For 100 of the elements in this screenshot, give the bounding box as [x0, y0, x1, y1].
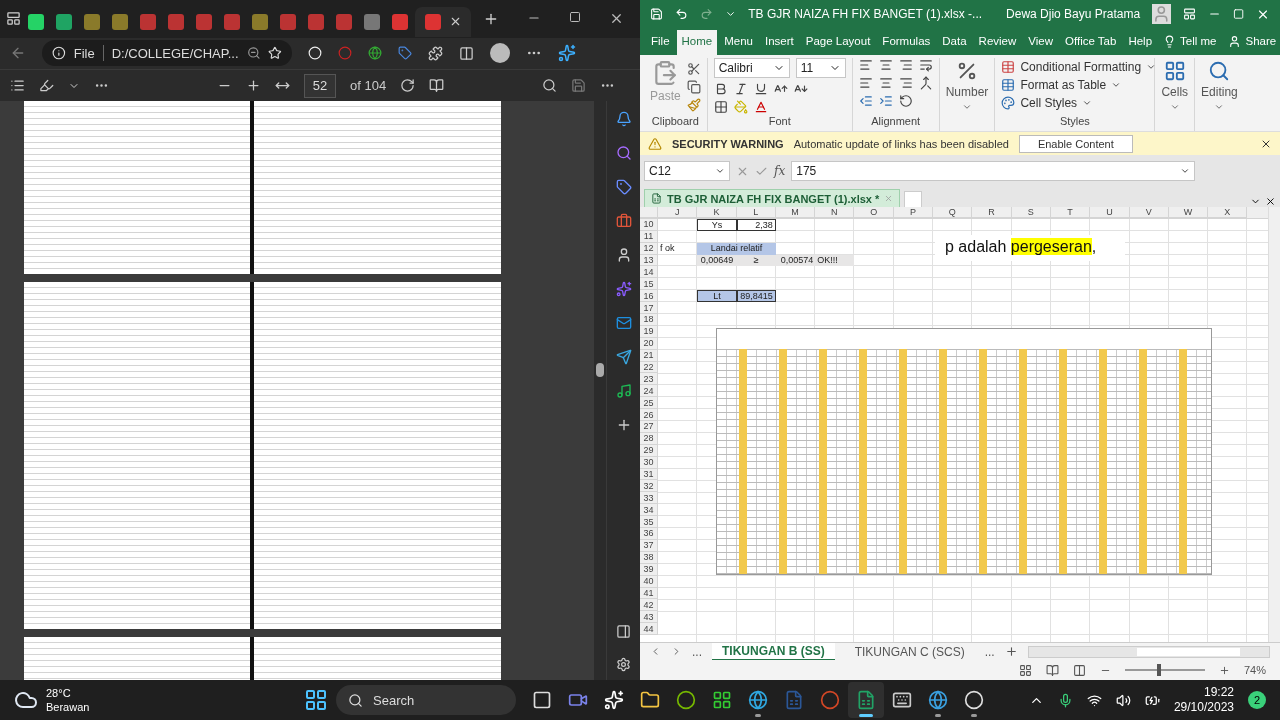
- column-header[interactable]: X: [1208, 207, 1248, 218]
- ribbon-tab[interactable]: Office Tab: [1060, 30, 1122, 55]
- music-icon[interactable]: [615, 383, 632, 399]
- workbook-tab[interactable]: TB GJR NAIZA FH FIX BANGET (1).xlsx *: [644, 189, 901, 207]
- close-icon[interactable]: [1265, 196, 1276, 207]
- formula-bar[interactable]: 175: [791, 161, 1196, 181]
- column-header[interactable]: Q: [933, 207, 973, 218]
- save-icon[interactable]: [571, 78, 587, 94]
- tell-me-button[interactable]: Tell me: [1159, 30, 1221, 55]
- ribbon-tab[interactable]: Insert: [760, 30, 799, 55]
- page-view-icon[interactable]: [429, 78, 445, 94]
- number-format-button[interactable]: Number: [945, 58, 989, 112]
- borders-icon[interactable]: [713, 100, 728, 114]
- normal-view-icon[interactable]: [1018, 663, 1032, 677]
- start-icon[interactable]: [304, 688, 328, 712]
- page-layout-icon[interactable]: [1045, 663, 1059, 677]
- merge-icon[interactable]: [918, 76, 933, 90]
- more-sheets-button[interactable]: ...: [692, 644, 702, 659]
- fill-color-icon[interactable]: [733, 100, 748, 114]
- decrease-indent-icon[interactable]: [858, 94, 873, 108]
- insert-function-button[interactable]: fx: [774, 164, 786, 178]
- add-sheet-icon[interactable]: [1004, 645, 1018, 658]
- row-header[interactable]: 36: [640, 528, 658, 540]
- column-header[interactable]: M: [775, 207, 816, 218]
- volume-icon[interactable]: [1115, 692, 1131, 708]
- styles-menu-button[interactable]: Cell Styles: [1001, 96, 1093, 110]
- profile-avatar[interactable]: [490, 43, 510, 64]
- column-header[interactable]: J: [658, 207, 698, 218]
- row-header[interactable]: 27: [640, 421, 658, 433]
- favorite-icon[interactable]: [268, 46, 282, 61]
- font-color-icon[interactable]: [753, 100, 768, 114]
- microphone-icon[interactable]: [1057, 692, 1073, 708]
- align-left-icon[interactable]: [858, 76, 873, 90]
- zoom-out-icon[interactable]: [246, 46, 261, 61]
- editing-button[interactable]: Editing: [1201, 58, 1238, 112]
- address-bar[interactable]: File D:/COLLEGE/CHAP...: [42, 40, 292, 67]
- column-header[interactable]: W: [1168, 207, 1209, 218]
- split-screen-icon[interactable]: [459, 45, 474, 61]
- increase-indent-icon[interactable]: [878, 94, 893, 108]
- row-header[interactable]: 25: [640, 397, 658, 410]
- mail-icon[interactable]: [615, 315, 632, 331]
- column-header[interactable]: L: [736, 207, 776, 218]
- row-header[interactable]: 18: [640, 314, 658, 326]
- orientation-icon[interactable]: [898, 94, 913, 108]
- maximize-icon[interactable]: [569, 11, 581, 24]
- font-name-field[interactable]: Calibri: [713, 58, 790, 78]
- row-header[interactable]: 35: [640, 516, 658, 529]
- ribbon-tab[interactable]: Help: [1123, 30, 1158, 55]
- underline-icon[interactable]: [753, 82, 768, 96]
- column-header[interactable]: P: [893, 207, 934, 218]
- briefcase-icon[interactable]: [615, 213, 632, 229]
- align-bottom-icon[interactable]: [898, 58, 913, 72]
- scrollbar[interactable]: [1027, 645, 1270, 658]
- page-number-field[interactable]: 52: [304, 73, 336, 98]
- share-button[interactable]: Share: [1224, 30, 1280, 55]
- row-header[interactable]: 33: [640, 492, 658, 505]
- column-header[interactable]: T: [1050, 207, 1091, 218]
- column-header[interactable]: K: [697, 207, 737, 218]
- ribbon-tab[interactable]: Home: [676, 30, 718, 55]
- row-header[interactable]: 24: [640, 385, 658, 398]
- notification-badge[interactable]: 2: [1248, 691, 1266, 709]
- ribbon-tab[interactable]: Data: [937, 30, 972, 55]
- scrollbar[interactable]: [1268, 207, 1280, 642]
- undo-icon[interactable]: [675, 7, 689, 21]
- wifi-icon[interactable]: [1086, 692, 1102, 708]
- enable-content-button[interactable]: Enable Content: [1018, 134, 1133, 153]
- styles-menu-button[interactable]: Conditional Formatting: [1001, 60, 1157, 74]
- align-right-icon[interactable]: [898, 76, 913, 90]
- column-header[interactable]: R: [972, 207, 1012, 218]
- search-field[interactable]: Search: [336, 685, 516, 715]
- align-middle-icon[interactable]: [878, 58, 893, 72]
- scrollbar[interactable]: [594, 101, 606, 680]
- clock[interactable]: 19:22 29/10/2023: [1173, 685, 1234, 715]
- cut-icon[interactable]: [686, 62, 701, 76]
- sidebar-toggle-icon[interactable]: [616, 624, 631, 639]
- ribbon-tab[interactable]: Menu: [719, 30, 758, 55]
- column-header[interactable]: V: [1129, 207, 1169, 218]
- column-header[interactable]: S: [1011, 207, 1051, 218]
- save-icon[interactable]: [650, 7, 664, 21]
- styles-menu-button[interactable]: Format as Table: [1001, 78, 1122, 92]
- row-header[interactable]: 43: [640, 611, 658, 624]
- browser-tab[interactable]: [415, 6, 471, 37]
- tab-actions-icon[interactable]: [6, 11, 21, 27]
- row-header[interactable]: 17: [640, 302, 658, 314]
- highlighter-icon[interactable]: [39, 78, 54, 94]
- row-header[interactable]: 15: [640, 278, 658, 291]
- bell-icon[interactable]: [615, 111, 632, 127]
- row-header[interactable]: 42: [640, 599, 658, 612]
- more-sheets-button[interactable]: ...: [984, 644, 995, 659]
- row-header[interactable]: 26: [640, 409, 658, 422]
- zoom-in-icon[interactable]: [246, 78, 261, 94]
- ribbon-tab[interactable]: Page Layout: [800, 30, 876, 55]
- ribbon-display-icon[interactable]: [1182, 7, 1196, 21]
- extensions-icon[interactable]: [428, 45, 443, 61]
- format-painter-icon[interactable]: [686, 98, 701, 112]
- sheet-tab[interactable]: TIKUNGAN C (SCS): [844, 642, 975, 661]
- tag-icon[interactable]: [615, 179, 632, 195]
- ribbon-tab[interactable]: File: [646, 30, 675, 55]
- cells-button[interactable]: Cells: [1161, 58, 1189, 112]
- row-header[interactable]: 44: [640, 623, 658, 636]
